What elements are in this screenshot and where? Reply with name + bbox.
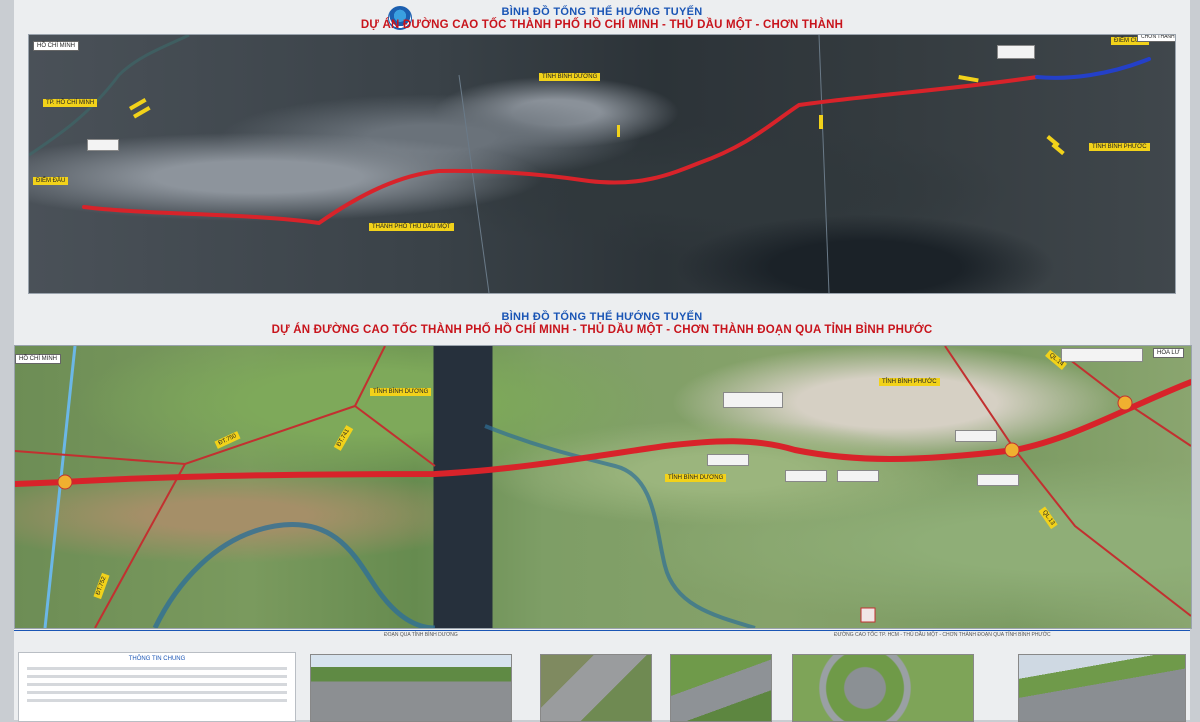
station-box — [977, 474, 1019, 486]
caption-binh-phuoc-section: ĐƯỜNG CAO TỐC TP. HCM - THỦ DẦU MỘT - CH… — [834, 632, 1051, 638]
text-line — [27, 699, 287, 702]
label-ho-chi-minh: HỒ CHÍ MINH — [15, 354, 61, 364]
end-station-box — [997, 45, 1035, 59]
station-box — [707, 454, 749, 466]
text-line — [27, 691, 287, 694]
bottom-panel-title-block: BÌNH ĐỒ TỔNG THỂ HƯỚNG TUYẾN DỰ ÁN ĐƯỜNG… — [14, 311, 1190, 336]
station-box — [955, 430, 997, 442]
station-box — [785, 470, 827, 482]
text-line — [27, 683, 287, 686]
top-panel-title-block: BÌNH ĐỒ TỔNG THỂ HƯỚNG TUYẾN DỰ ÁN ĐƯỜNG… — [14, 6, 1190, 31]
label-thanh-pho-thu-dau-mot: THÀNH PHỐ THỦ DẦU MỘT — [369, 223, 454, 231]
road-line — [458, 74, 490, 293]
route-section-blue — [1035, 57, 1151, 80]
route-expressway-red — [15, 379, 1191, 487]
label-tinh-binh-duong-1: TỈNH BÌNH DƯƠNG — [370, 388, 432, 396]
label-tp-ho-chi-minh: TP. HỒ CHÍ MINH — [43, 99, 98, 107]
top-panel-title: BÌNH ĐỒ TỔNG THỂ HƯỚNG TUYẾN — [501, 6, 703, 18]
route-expressway-red — [82, 75, 1039, 226]
label-ho-chi-minh: HỒ CHÍ MINH — [33, 41, 79, 51]
road-line — [15, 346, 386, 466]
label-hoa-lu: HOA LƯ — [1153, 348, 1184, 358]
label-diem-dau: ĐIỂM ĐẦU — [33, 177, 69, 185]
label-tinh-binh-phuoc: TỈNH BÌNH PHƯỚC — [1089, 143, 1150, 151]
text-line — [27, 667, 287, 670]
label-tinh-binh-duong: TỈNH BÌNH DƯƠNG — [539, 73, 601, 81]
general-info-panel: THÔNG TIN CHUNG — [18, 652, 296, 722]
label-tinh-binh-phuoc: TỈNH BÌNH PHƯỚC — [879, 378, 940, 386]
render-thumbnail-cloverleaf — [792, 654, 974, 722]
station-box — [723, 392, 783, 408]
render-thumbnail-road — [670, 654, 772, 722]
bottom-info-strip: ĐOẠN QUA TỈNH BÌNH DƯƠNG ĐƯỜNG CAO TỐC T… — [14, 630, 1190, 722]
bottom-satellite-map: HỒ CHÍ MINH TỈNH BÌNH DƯƠNG TỈNH BÌNH DƯ… — [14, 345, 1192, 629]
road-line — [354, 405, 436, 467]
station-box — [837, 470, 879, 482]
station-box — [1061, 348, 1143, 362]
render-thumbnail-interchange — [540, 654, 652, 722]
caption-binh-duong-section: ĐOẠN QUA TỈNH BÌNH DƯƠNG — [384, 632, 458, 638]
label-chon-thanh: CHƠN THÀNH — [1137, 35, 1175, 42]
bottom-map-overlay — [15, 346, 1191, 628]
river-line — [152, 522, 436, 628]
bottom-panel-title: BÌNH ĐỒ TỔNG THỂ HƯỚNG TUYẾN — [501, 311, 703, 323]
top-satellite-map: HỒ CHÍ MINH TP. HỒ CHÍ MINH ĐIỂM ĐẦU TỈN… — [28, 34, 1176, 294]
render-thumbnail-aerial — [1018, 654, 1186, 722]
text-line — [27, 675, 287, 678]
road-line — [818, 35, 830, 293]
interchange-icon — [1004, 442, 1020, 458]
marker-icon — [860, 607, 876, 623]
divider-line — [14, 630, 1190, 631]
top-map-overlay — [29, 35, 1151, 293]
bottom-panel-subtitle: DỰ ÁN ĐƯỜNG CAO TỐC THÀNH PHỐ HỒ CHÍ MIN… — [271, 324, 933, 336]
top-panel-subtitle: DỰ ÁN ĐƯỜNG CAO TỐC THÀNH PHỐ HỒ CHÍ MIN… — [360, 19, 844, 31]
interchange-icon — [57, 474, 73, 490]
general-info-heading: THÔNG TIN CHUNG — [128, 656, 186, 662]
interchange-icon — [1117, 395, 1133, 411]
river-line — [29, 35, 190, 157]
display-board: BÌNH ĐỒ TỔNG THỂ HƯỚNG TUYẾN DỰ ÁN ĐƯỜNG… — [14, 0, 1192, 722]
start-station-box — [87, 139, 119, 151]
render-thumbnail-highway — [310, 654, 512, 722]
label-tinh-binh-duong-2: TỈNH BÌNH DƯƠNG — [665, 474, 727, 482]
